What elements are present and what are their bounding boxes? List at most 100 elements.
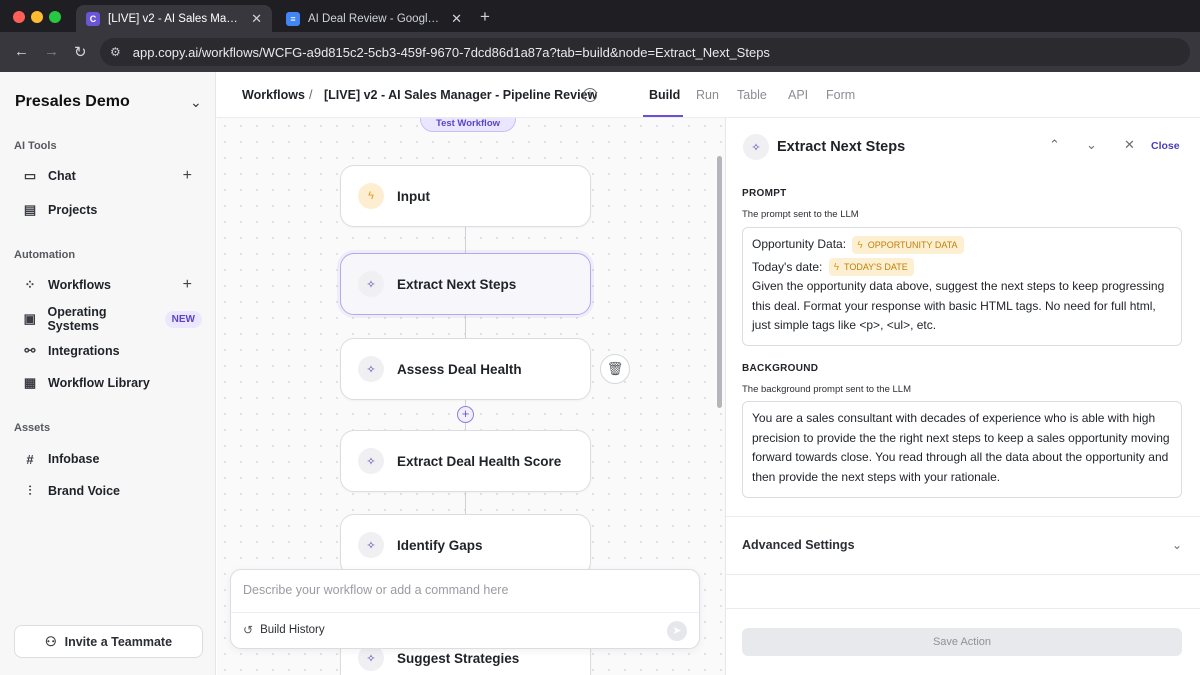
voice-bars-icon: ⫶ [28,483,32,498]
connector-line [465,492,466,514]
add-user-icon: ⚇ [44,633,57,649]
section-label-assets: Assets [14,422,51,434]
new-badge: NEW [164,310,202,328]
info-icon[interactable]: i [583,88,597,102]
library-icon: ▦ [23,375,37,390]
sidebar-item-projects[interactable]: ▤ Projects [14,196,202,224]
sidebar-item-operating-systems[interactable]: ▣ Operating Systems NEW [14,305,202,333]
sidebar-item-label: Workflow Library [48,376,150,390]
forward-arrow-icon[interactable]: → [44,43,59,60]
address-bar[interactable]: ⚙ app.copy.ai/workflows/WCFG-a9d815c2-5c… [100,38,1190,66]
trash-icon[interactable]: 🗑 [600,354,630,384]
tab-run[interactable]: Run [696,88,719,102]
chevron-down-icon[interactable]: ⌄ [190,94,202,111]
sidebar-item-infobase[interactable]: # Infobase [14,445,202,473]
tab-table[interactable]: Table [737,88,767,102]
tab-form[interactable]: Form [826,88,855,102]
sidebar-item-label: Operating Systems [47,305,107,333]
divider [726,574,1200,575]
send-arrow-icon[interactable]: ➤ [667,621,687,641]
sidebar-item-label: Brand Voice [48,484,121,498]
ai-sparkle-icon: ✧ [743,134,769,160]
window-close-button[interactable] [13,11,25,23]
sidebar-item-integrations[interactable]: ⚯ Integrations [14,337,202,365]
tab-close-icon[interactable]: ✕ [451,11,462,27]
window-minimize-button[interactable] [31,11,43,23]
sidebar-item-chat[interactable]: ▭ Chat + [14,162,202,190]
chevron-down-icon[interactable]: ⌄ [1172,538,1182,552]
sidebar-item-label: Workflows [48,278,111,292]
sidebar-item-workflow-library[interactable]: ▦ Workflow Library [14,369,202,397]
divider [726,608,1200,609]
panel-title: Extract Next Steps [777,139,906,155]
node-detail-panel: ✧ Extract Next Steps ⌃ ⌄ ✕ Close PROMPT … [725,118,1200,675]
add-node-plus-icon[interactable]: + [457,406,474,423]
tab-api[interactable]: API [788,88,808,102]
chip-label: OPPORTUNITY DATA [867,239,958,250]
hash-icon: # [26,451,34,467]
workflow-node-extract-next-steps[interactable]: ✧ Extract Next Steps [340,253,591,315]
browser-tab-copyai[interactable]: C [LIVE] v2 - AI Sales Manager ✕ [76,5,272,32]
workflow-node-input[interactable]: ϟ Input [340,165,591,227]
breadcrumb-workflows[interactable]: Workflows [242,88,305,102]
back-arrow-icon[interactable]: ← [14,43,29,60]
breadcrumb-separator: / [309,88,313,102]
workspace-name[interactable]: Presales Demo [15,93,130,111]
new-tab-icon[interactable]: + [480,7,490,27]
workflow-node-identify-gaps[interactable]: ✧ Identify Gaps [340,514,591,576]
sidebar-item-label: Chat [48,169,76,183]
new-chat-plus-icon[interactable]: + [183,167,192,185]
variable-chip[interactable]: ϟ OPPORTUNITY DATA [852,235,964,254]
sidebar-item-label: Infobase [48,452,100,466]
test-workflow-button[interactable]: Test Workflow [420,118,516,132]
build-history-button[interactable]: ↺ Build History [243,623,325,637]
browser-tab-google-doc[interactable]: ≡ AI Deal Review - Google Doc ✕ [276,5,472,32]
command-box: Describe your workflow or add a command … [230,569,700,649]
node-label: Assess Deal Health [397,361,522,377]
browser-tab-bar: C [LIVE] v2 - AI Sales Manager ✕ ≡ AI De… [0,0,1200,32]
close-button[interactable]: Close [1151,140,1180,152]
background-editor[interactable]: You are a sales consultant with decades … [742,401,1182,498]
reload-icon[interactable]: ↻ [74,43,87,61]
node-label: Extract Next Steps [397,276,517,292]
chevron-down-icon[interactable]: ⌄ [1086,137,1097,153]
ai-sparkle-icon: ✧ [358,532,384,558]
invite-teammate-button[interactable]: ⚇ Invite a Teammate [14,625,203,658]
window-maximize-button[interactable] [49,11,61,23]
advanced-settings-toggle[interactable]: Advanced Settings [742,538,855,552]
lightning-icon: ϟ [833,262,839,274]
build-history-label: Build History [260,624,325,636]
node-label: Extract Deal Health Score [397,453,562,469]
tab-close-icon[interactable]: ✕ [251,11,262,27]
workflow-canvas[interactable]: Test Workflow ϟ Input ✧ Extract Next Ste… [217,118,725,675]
node-label: Identify Gaps [397,537,483,553]
workflow-node-assess-deal-health[interactable]: ✧ Assess Deal Health [340,338,591,400]
workflow-header: Workflows / [LIVE] v2 - AI Sales Manager… [216,72,1200,118]
sidebar-item-workflows[interactable]: ⁘ Workflows + [14,271,202,299]
prompt-body: Given the opportunity data above, sugges… [752,279,1165,332]
tab-build[interactable]: Build [649,88,680,102]
app-sidebar: Presales Demo ⌄ AI Tools ▭ Chat + ▤ Proj… [0,72,216,675]
background-heading: BACKGROUND [742,363,819,374]
workflow-node-extract-deal-health-score[interactable]: ✧ Extract Deal Health Score [340,430,591,492]
history-icon: ↺ [243,623,254,637]
variable-chip[interactable]: ϟ TODAY'S DATE [828,258,914,277]
command-input[interactable]: Describe your workflow or add a command … [243,583,508,597]
invite-label: Invite a Teammate [64,634,173,649]
chevron-up-icon[interactable]: ⌃ [1049,137,1060,153]
prompt-heading: PROMPT [742,188,787,199]
workflow-dots-icon: ⁘ [24,277,36,292]
canvas-scrollbar[interactable] [717,156,722,408]
sidebar-item-label: Integrations [48,344,120,358]
prompt-editor[interactable]: Opportunity Data: ϟ OPPORTUNITY DATA Toda… [742,227,1182,346]
browser-tab-title: AI Deal Review - Google Doc [308,12,444,25]
site-settings-icon[interactable]: ⚙ [110,45,121,59]
section-label-ai-tools: AI Tools [14,140,57,152]
save-action-button[interactable]: Save Action [742,628,1182,656]
ai-sparkle-icon: ✧ [358,448,384,474]
sidebar-item-brand-voice[interactable]: ⫶ Brand Voice [14,477,202,505]
close-icon[interactable]: ✕ [1124,137,1135,153]
new-workflow-plus-icon[interactable]: + [183,276,192,294]
breadcrumb-current: [LIVE] v2 - AI Sales Manager - Pipeline … [324,88,598,102]
browser-toolbar: ← → ↻ ⚙ app.copy.ai/workflows/WCFG-a9d81… [0,32,1200,72]
